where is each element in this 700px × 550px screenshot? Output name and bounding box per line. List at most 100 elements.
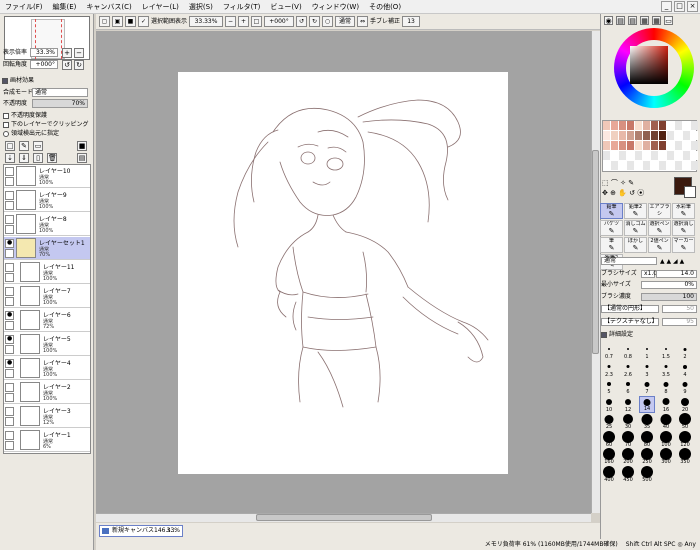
brush-size-preset[interactable]: 100 [658, 430, 674, 448]
color-swatch[interactable] [627, 121, 634, 130]
layer-props-icon[interactable]: ▤ [77, 153, 87, 163]
color-swatch[interactable] [651, 161, 658, 170]
color-swatch[interactable] [619, 161, 626, 170]
select-marquee-icon[interactable]: ⬚ [602, 179, 609, 187]
color-swatches[interactable] [602, 120, 698, 172]
color-swatch[interactable] [611, 121, 618, 130]
visibility-toggle-icon[interactable] [5, 335, 14, 344]
minimize-button[interactable]: _ [661, 1, 672, 12]
pipette-icon[interactable]: ⦿ [637, 189, 644, 197]
new-layer-icon[interactable]: □ [5, 141, 15, 151]
tool-button[interactable]: ぼかし ✎ [624, 237, 647, 253]
toolbar-rotate-left-button[interactable]: ↺ [296, 16, 308, 27]
brush-size-preset[interactable]: 0.7 [601, 343, 617, 360]
rotate-tool-icon[interactable]: ↺ [629, 189, 635, 197]
color-swatch[interactable] [651, 121, 658, 130]
merge-down-icon[interactable]: ⇓ [19, 153, 29, 163]
color-swatch[interactable] [651, 141, 658, 150]
color-swatch[interactable] [675, 141, 682, 150]
layer-lock-icon[interactable] [5, 393, 14, 402]
color-swatch[interactable] [683, 131, 690, 140]
selection-display-checkbox[interactable]: ✓ [138, 16, 149, 27]
color-swatch[interactable] [691, 151, 698, 160]
brush-size-preset[interactable]: 3 [639, 361, 655, 378]
color-swatch[interactable] [611, 131, 618, 140]
brush-size-preset[interactable]: 0.8 [620, 343, 636, 360]
tool-button[interactable]: 消しゴム ✎ [624, 220, 647, 236]
brush-size-preset[interactable]: 2 [677, 343, 693, 360]
color-swatch[interactable] [691, 121, 698, 130]
color-swatch[interactable] [603, 151, 610, 160]
brush-size-preset[interactable]: 160 [601, 448, 617, 465]
flip-view-button[interactable]: ⇔ [357, 16, 369, 27]
color-swatch[interactable] [619, 151, 626, 160]
invert-selection-button[interactable]: ▣ [112, 16, 123, 27]
layer-lock-icon[interactable] [5, 417, 14, 426]
menu-item[interactable]: フィルタ(T) [218, 0, 266, 14]
toolbar-zoom-in-button[interactable]: + [238, 16, 250, 27]
move-icon[interactable]: ✥ [602, 189, 608, 197]
clear-layer-icon[interactable]: ▯ [33, 153, 43, 163]
menu-item[interactable]: ファイル(F) [0, 0, 48, 14]
layer-lock-icon[interactable] [5, 441, 14, 450]
brush-size-preset[interactable]: 20 [677, 396, 693, 413]
color-swatch[interactable] [603, 161, 610, 170]
color-swatch[interactable] [635, 131, 642, 140]
density-field[interactable]: 100 [641, 293, 697, 301]
tool-button[interactable]: 水彩筆 ✎ [672, 203, 695, 219]
rotate-left-button[interactable]: ↺ [62, 60, 72, 70]
visibility-toggle-icon[interactable] [5, 287, 14, 296]
hsv-slider-icon[interactable]: ▤ [628, 16, 637, 25]
color-swatch[interactable] [619, 141, 626, 150]
layer-row[interactable]: レイヤー8 通常 100% [4, 213, 90, 236]
color-swatch[interactable] [643, 161, 650, 170]
angle-field[interactable]: +000° [30, 60, 58, 69]
tool-button[interactable]: 筆 ✎ [600, 237, 623, 253]
swatch-icon[interactable]: ▦ [652, 16, 661, 25]
detail-settings-toggle[interactable]: 詳細設定 [601, 330, 633, 339]
layer-lock-icon[interactable] [5, 369, 14, 378]
color-swatch[interactable] [627, 131, 634, 140]
tool-button[interactable]: 選択消し ✎ [672, 220, 695, 236]
layer-lock-icon[interactable] [5, 273, 14, 282]
menu-item[interactable]: 選択(S) [184, 0, 218, 14]
brush-size-preset[interactable]: 300 [658, 448, 674, 465]
scratchpad-icon[interactable]: ▭ [664, 16, 673, 25]
layer-row[interactable]: レイヤー7 通常 100% [4, 285, 90, 308]
zoom-tool-icon[interactable]: ⊕ [610, 189, 616, 197]
stabilizer-select[interactable]: 13 [402, 16, 421, 27]
brush-size-preset[interactable]: 4 [677, 361, 693, 378]
color-swatch[interactable] [643, 121, 650, 130]
color-swatch[interactable] [659, 151, 666, 160]
layer-lock-icon[interactable] [5, 321, 14, 330]
texture-select[interactable]: 【テクスチャなし】 [601, 318, 659, 326]
hand-icon[interactable]: ✋ [618, 189, 627, 197]
layer-row[interactable]: レイヤー5通常100% [4, 333, 90, 356]
color-swatch[interactable] [659, 131, 666, 140]
secondary-color[interactable] [684, 186, 696, 198]
tool-button[interactable]: 選択ペン ✎ [648, 220, 671, 236]
brush-size-preset[interactable]: 12 [620, 396, 636, 413]
layer-row[interactable]: レイヤーセット1通常70% [4, 237, 90, 260]
color-swatch[interactable] [619, 121, 626, 130]
color-swatch[interactable] [651, 131, 658, 140]
layer-row[interactable]: レイヤー4通常100% [4, 357, 90, 380]
brush-size-preset[interactable]: 25 [601, 413, 617, 430]
maximize-button[interactable]: □ [674, 1, 685, 12]
brush-size-field[interactable]: 14.0 [656, 270, 697, 278]
mixer-icon[interactable]: ▦ [640, 16, 649, 25]
rotate-right-button[interactable]: ↻ [74, 60, 84, 70]
select-all-button[interactable]: ■ [125, 16, 136, 27]
color-swatch[interactable] [635, 151, 642, 160]
opacity-slider[interactable]: 70% [32, 99, 88, 108]
brush-shape-select[interactable]: 【通常の円形】 [601, 305, 659, 313]
color-swatch[interactable] [611, 141, 618, 150]
brush-size-preset[interactable]: 450 [620, 465, 636, 483]
eyedropper-icon[interactable]: ✎ [628, 179, 634, 187]
color-swatch[interactable] [635, 161, 642, 170]
color-swatch[interactable] [603, 131, 610, 140]
toolbar-angle-field[interactable]: +000° [264, 16, 295, 27]
toolbar-zoom-field[interactable]: 33.33% [189, 16, 224, 27]
color-swatch[interactable] [683, 121, 690, 130]
brush-size-preset[interactable]: 70 [620, 430, 636, 448]
